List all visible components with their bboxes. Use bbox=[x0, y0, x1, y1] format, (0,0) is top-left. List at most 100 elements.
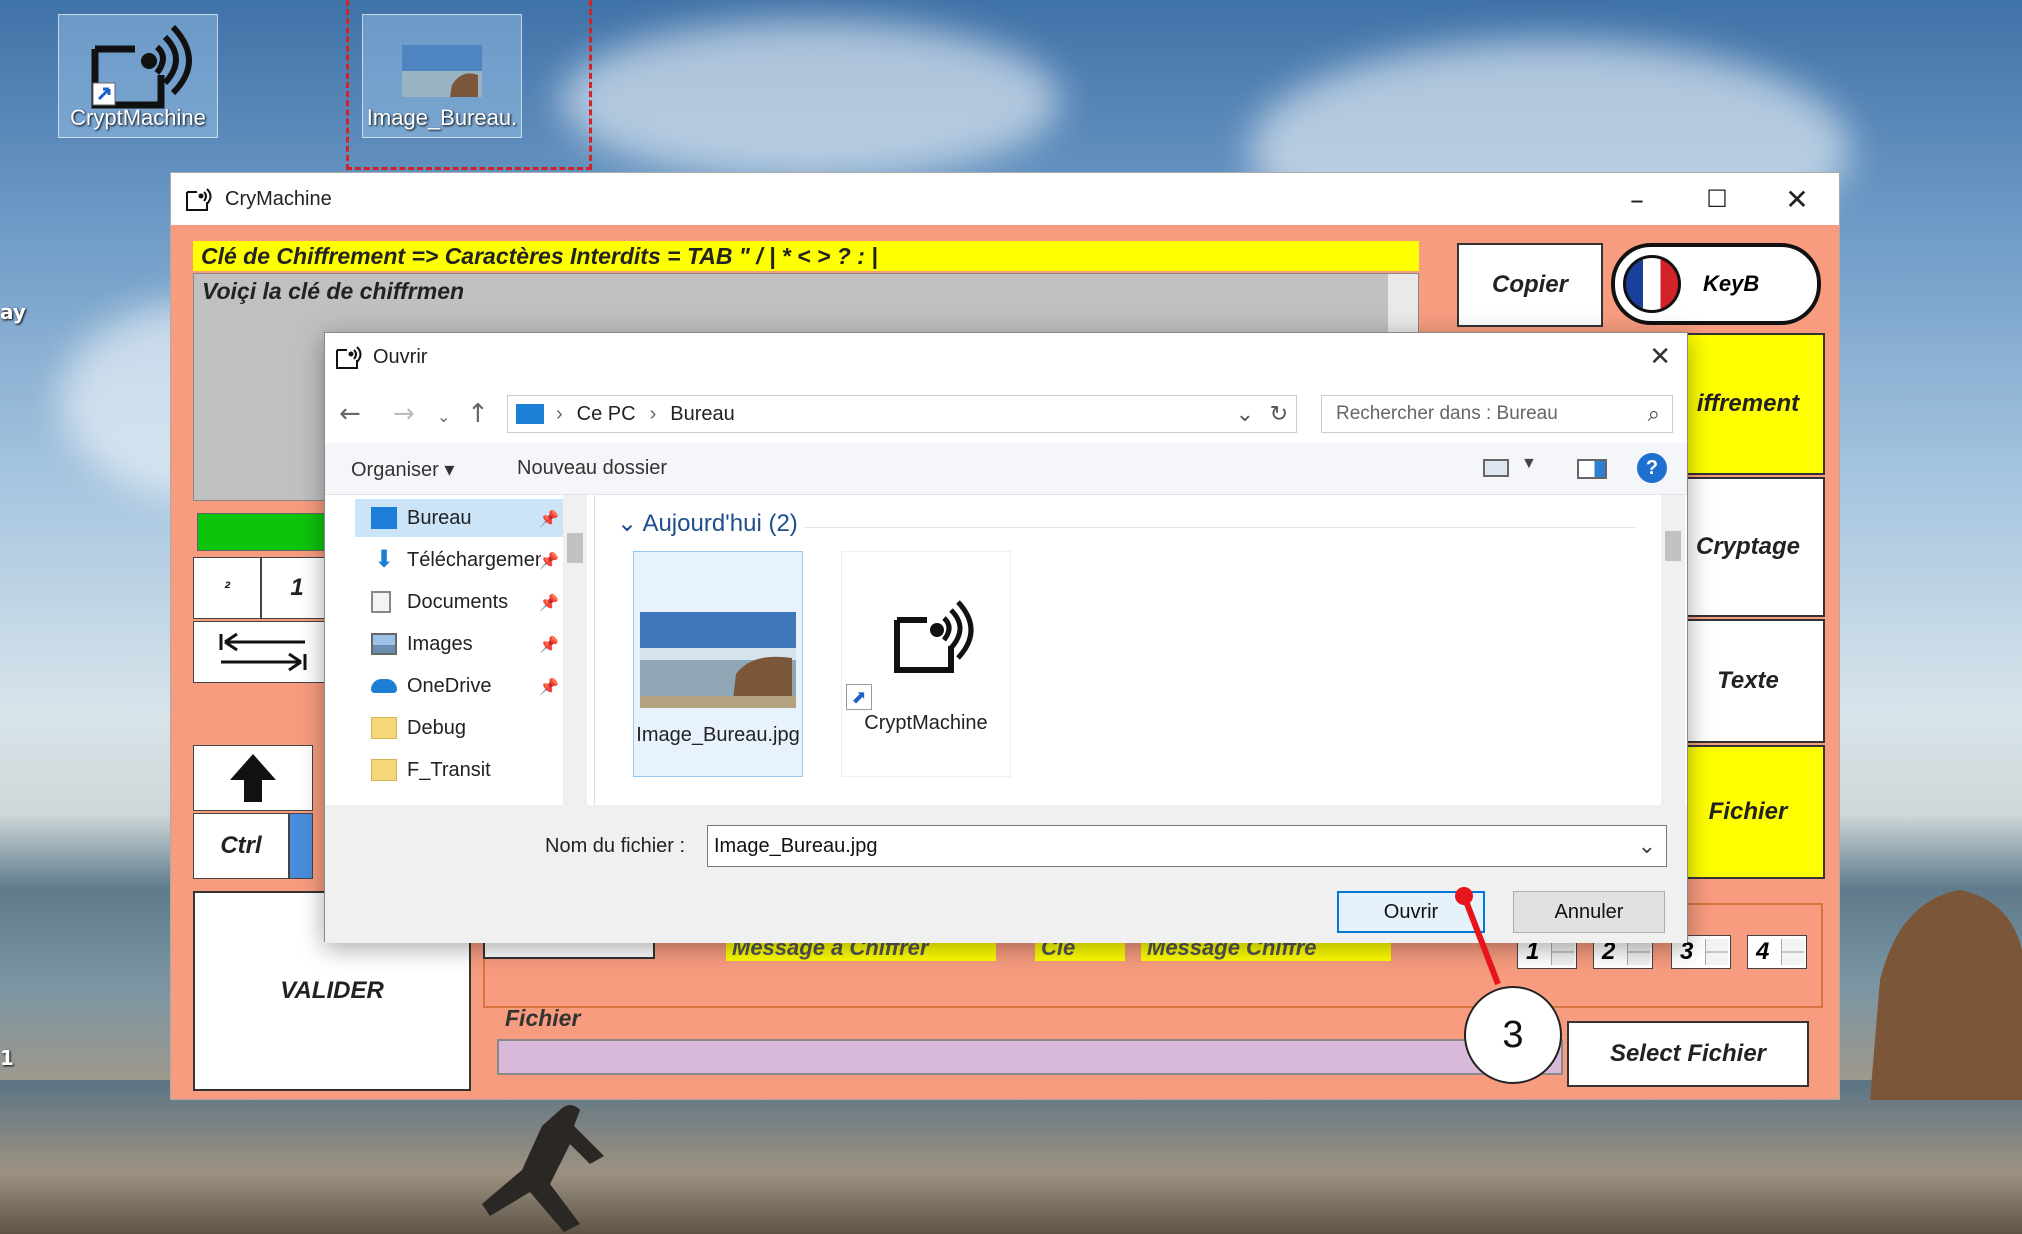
spinner-4[interactable]: 4 bbox=[1747, 935, 1807, 969]
back-arrow-icon[interactable]: ← bbox=[339, 399, 361, 429]
close-button[interactable]: ✕ bbox=[1757, 173, 1837, 225]
group-divider bbox=[805, 527, 1635, 528]
desktop-edge-label: ay bbox=[0, 300, 26, 324]
nav-item-debug[interactable]: Debug bbox=[371, 709, 571, 747]
file-list: ⌄ Aujourd'hui (2) Image_Bureau.jpg ⬈ Cry… bbox=[595, 495, 1689, 805]
folder-icon bbox=[371, 759, 397, 781]
file-item-cryptmachine[interactable]: ⬈ CryptMachine bbox=[841, 551, 1011, 777]
maximize-button[interactable]: ☐ bbox=[1677, 173, 1757, 225]
pin-icon[interactable]: 📌 bbox=[539, 509, 559, 528]
filename-value: Image_Bureau.jpg bbox=[714, 835, 878, 857]
key-label: Clé de Chiffrement => Caractères Interdi… bbox=[193, 241, 1419, 271]
key-1[interactable]: 1 bbox=[261, 557, 333, 619]
breadcrumb-ce-pc[interactable]: Ce PC bbox=[577, 403, 636, 426]
forward-arrow-icon[interactable]: → bbox=[393, 399, 415, 429]
chiffrement-button[interactable]: iffrement bbox=[1671, 333, 1825, 475]
key-ctrl[interactable]: Ctrl bbox=[193, 813, 289, 879]
filename-label: Nom du fichier : bbox=[545, 835, 686, 857]
app-icon bbox=[186, 188, 212, 211]
nav-item-f-transit[interactable]: F_Transit bbox=[371, 751, 571, 789]
view-dropdown-icon[interactable]: ▼ bbox=[1521, 455, 1537, 473]
pin-icon[interactable]: 📌 bbox=[539, 551, 559, 570]
key-windows[interactable] bbox=[289, 813, 313, 879]
search-input[interactable]: Rechercher dans : Bureau ⌕ bbox=[1321, 395, 1673, 433]
up-arrow-icon[interactable]: ↑ bbox=[467, 399, 489, 429]
preview-pane-icon[interactable] bbox=[1577, 459, 1607, 479]
group-label: Aujourd'hui (2) bbox=[642, 510, 798, 537]
view-options-icon[interactable] bbox=[1483, 459, 1509, 477]
refresh-icon[interactable]: ↻ bbox=[1270, 401, 1288, 427]
image-thumbnail bbox=[640, 612, 796, 708]
pin-icon[interactable]: 📌 bbox=[539, 677, 559, 696]
filename-input[interactable]: Image_Bureau.jpg ⌄ bbox=[707, 825, 1667, 867]
cryptage-button[interactable]: Cryptage bbox=[1671, 477, 1825, 617]
desktop-icon-label: CryptMachine bbox=[70, 105, 206, 130]
keyb-button[interactable]: KeyB bbox=[1611, 243, 1821, 325]
step-number-badge: 3 bbox=[1464, 986, 1562, 1084]
filename-dropdown-icon[interactable]: ⌄ bbox=[1638, 826, 1656, 866]
dialog-titlebar: Ouvrir ✕ bbox=[325, 333, 1687, 381]
file-name: CryptMachine bbox=[864, 712, 988, 734]
nav-item-label: Documents bbox=[407, 590, 509, 613]
content-scrollbar-thumb[interactable] bbox=[1665, 531, 1681, 561]
pin-icon[interactable]: 📌 bbox=[539, 635, 559, 654]
search-icon: ⌕ bbox=[1647, 401, 1660, 426]
key-shift[interactable] bbox=[193, 745, 313, 811]
nav-item-label: Bureau bbox=[407, 506, 472, 529]
rock-formation bbox=[1870, 890, 2022, 1100]
nav-scrollbar[interactable] bbox=[563, 495, 587, 805]
fichier-mode-button[interactable]: Fichier bbox=[1671, 745, 1825, 879]
pin-icon[interactable]: 📌 bbox=[539, 593, 559, 612]
open-file-dialog: Ouvrir ✕ ← → ⌄ ↑ › Ce PC › Bureau ⌄ ↻ Re… bbox=[324, 332, 1689, 943]
texte-button[interactable]: Texte bbox=[1671, 619, 1825, 743]
beach-sea bbox=[0, 1080, 2022, 1234]
shortcut-arrow-icon: ⬈ bbox=[846, 684, 872, 710]
keyb-label: KeyB bbox=[1703, 271, 1760, 296]
progress-bar bbox=[197, 513, 332, 551]
document-icon bbox=[371, 591, 391, 613]
nav-item-label: F_Transit bbox=[407, 758, 491, 781]
desktop-edge-label: 1 bbox=[0, 1046, 14, 1070]
key-value: Voiçi la clé de chiffrmen bbox=[202, 278, 465, 304]
file-name: Image_Bureau.jpg bbox=[636, 724, 800, 746]
nav-item-label: Téléchargements bbox=[407, 548, 541, 571]
nouveau-dossier-button[interactable]: Nouveau dossier bbox=[517, 457, 667, 480]
dialog-toolbar: Organiser ▾ Nouveau dossier ▼ ? bbox=[325, 443, 1687, 495]
window-titlebar: CryMachine – ☐ ✕ bbox=[171, 173, 1839, 225]
nav-item-label: Images bbox=[407, 632, 473, 655]
key-tab[interactable] bbox=[193, 621, 333, 683]
address-dropdown-icon[interactable]: ⌄ bbox=[1236, 401, 1254, 427]
shift-arrow-icon bbox=[230, 754, 276, 802]
fichier-path-field[interactable] bbox=[497, 1039, 1563, 1075]
key-superscript-2[interactable]: ² bbox=[193, 557, 261, 619]
dialog-app-icon bbox=[336, 346, 362, 369]
cryptmachine-shortcut-icon bbox=[894, 600, 974, 673]
nav-scrollbar-thumb[interactable] bbox=[567, 533, 583, 563]
group-header[interactable]: ⌄ Aujourd'hui (2) bbox=[617, 509, 798, 538]
desktop-icon-cryptmachine[interactable]: CryptMachine bbox=[58, 14, 218, 138]
dialog-close-icon[interactable]: ✕ bbox=[1649, 341, 1671, 372]
pictures-icon bbox=[371, 633, 397, 655]
recent-chevron-icon[interactable]: ⌄ bbox=[437, 407, 450, 426]
fichier-label: Fichier bbox=[505, 1005, 581, 1031]
address-bar[interactable]: › Ce PC › Bureau ⌄ ↻ bbox=[507, 395, 1297, 433]
copy-button[interactable]: Copier bbox=[1457, 243, 1603, 327]
file-item-image-bureau[interactable]: Image_Bureau.jpg bbox=[633, 551, 803, 777]
tab-arrows-icon bbox=[219, 632, 307, 672]
nav-item-telechargements[interactable]: ⬇ Téléchargements bbox=[371, 541, 541, 579]
cryptmachine-icon bbox=[91, 24, 192, 109]
minimize-button[interactable]: – bbox=[1597, 173, 1677, 225]
dialog-title: Ouvrir bbox=[373, 345, 428, 368]
desktop-folder-icon bbox=[371, 507, 397, 529]
search-placeholder: Rechercher dans : Bureau bbox=[1336, 403, 1558, 424]
select-fichier-button[interactable]: Select Fichier bbox=[1567, 1021, 1809, 1087]
navigation-pane: Bureau ⬇ Téléchargements Documents Images… bbox=[325, 495, 595, 805]
nav-item-label: Debug bbox=[407, 716, 466, 739]
selection-highlight-box bbox=[346, 0, 592, 170]
breadcrumb-bureau[interactable]: Bureau bbox=[670, 403, 735, 426]
help-icon[interactable]: ? bbox=[1637, 453, 1667, 483]
folder-icon bbox=[371, 717, 397, 739]
cancel-button[interactable]: Annuler bbox=[1513, 891, 1665, 933]
content-scrollbar[interactable] bbox=[1661, 495, 1685, 805]
organiser-menu[interactable]: Organiser ▾ bbox=[351, 457, 454, 482]
